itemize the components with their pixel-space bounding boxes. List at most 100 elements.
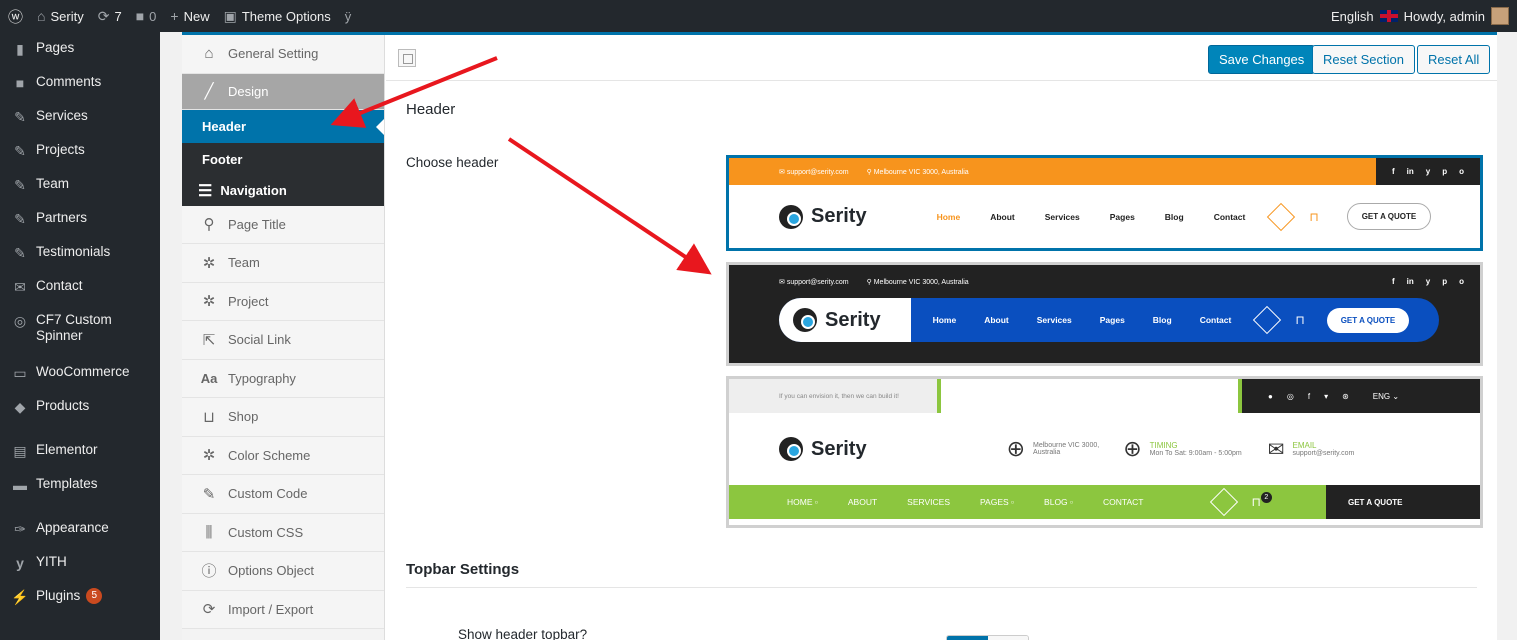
options-content: Save Changes Reset Section Reset All Hea… [386,35,1497,640]
avatar[interactable] [1491,7,1509,25]
address-text: ⚲ Melbourne VIC 3000, Australia [866,278,969,286]
admin-sidebar: ▮ Pages ■ Comments ✎ Services ✎ Projects ✎ Te… [0,32,160,640]
site-name-link[interactable]: ⌂ Serity [37,8,84,24]
sidebar-item-templates[interactable]: ▬ Templates [0,476,160,510]
serity-logo: Serity [779,204,867,229]
sidebar-item-testimonials[interactable]: ✎ Testimonials [0,244,160,278]
tab-page-title[interactable]: ⚲ Page Title [182,205,384,244]
tab-team[interactable]: ✲ Team [182,244,384,283]
toggle-off[interactable] [987,636,1028,640]
folder-icon: ▬ [13,477,27,493]
preview-nav: Home About Services Pages Blog Contact [932,315,1232,325]
tab-color-scheme[interactable]: ✲ Color Scheme [182,436,384,475]
sidebar-item-yith[interactable]: y YITH [0,554,160,588]
comments-link[interactable]: ■ 0 [136,8,157,24]
pin-icon: ✎ [14,177,26,193]
section-title: Header [406,101,456,118]
language-switcher[interactable]: English [1331,9,1374,24]
tab-project[interactable]: ✲ Project [182,282,384,321]
tab-custom-css[interactable]: ⫼ Custom CSS [182,513,384,552]
save-changes-button[interactable]: Save Changes [1208,45,1316,74]
pinterest-icon: ● [1268,391,1273,401]
appearance-icon: ✑ [14,521,26,537]
sidebar-item-team[interactable]: ✎ Team [0,176,160,210]
get-quote-label: GET A QUOTE [1326,307,1410,333]
preview-nav: Home About Services Pages Blog Contact [936,211,1246,222]
cog-icon: ✲ [202,447,216,465]
sidebar-item-elementor[interactable]: ▤ Elementor [0,442,160,476]
topbar-settings-title: Topbar Settings [406,561,520,578]
cart-icon: ⊔ [203,408,215,426]
tab-custom-code[interactable]: ✎ Custom Code [182,475,384,514]
sidebar-item-products[interactable]: ◆ Products [0,398,160,432]
sidebar-item-contact[interactable]: ✉ Contact [0,278,160,312]
sidebar-item-appearance[interactable]: ✑ Appearance [0,520,160,554]
yith-icon: y [16,555,24,571]
wordpress-logo-icon[interactable]: ⓦ [8,6,23,27]
instagram-icon: ◎ [1286,391,1294,401]
sidebar-item-plugins[interactable]: ⚡ Plugins 5 [0,588,160,622]
sidebar-item-comments[interactable]: ■ Comments [0,74,160,108]
brush-icon: ╱ [204,83,214,100]
search-icon [1267,202,1296,231]
tab-design[interactable]: ╱ Design [182,73,384,110]
address-block: ⊕ Melbourne VIC 3000, Australia [1006,436,1100,461]
theme-options-link[interactable]: ▣ Theme Options [224,8,331,25]
info-icon: ⓘ [201,563,217,581]
language-select: ENG ⌄ [1372,391,1400,401]
theme-options-icon: ▣ [223,7,237,24]
edit-icon: ✎ [202,485,216,503]
search-icon [1209,487,1238,517]
tab-social-link[interactable]: ⇱ Social Link [182,321,384,360]
header-style-1-option[interactable]: ✉ support@serity.com ⚲ Melbourne VIC 300… [726,155,1483,251]
email-text: ✉ support@serity.com [779,168,849,176]
sidebar-item-woocommerce[interactable]: ▭ WooCommerce [0,364,160,398]
plugins-icon: ⚡ [11,589,29,605]
theme-options-panel: ⌂ General Setting ╱ Design Header Footer ☰… [182,32,1497,640]
tab-shop[interactable]: ⊔ Shop [182,398,384,437]
subtab-footer[interactable]: Footer [182,142,384,176]
sidebar-item-cf7-spinner[interactable]: ◎ CF7 Custom Spinner [0,312,160,364]
sidebar-item-projects[interactable]: ✎ Projects [0,142,160,176]
reset-section-button[interactable]: Reset Section [1312,45,1415,74]
preview-nav: HOME ▫ ABOUT SERVICES PAGES ▫ BLOG ▫ CONTACT [787,497,1144,507]
subtab-navigation[interactable]: ☰ Navigation [182,175,384,206]
toggle-on[interactable] [947,636,988,640]
home-icon: ⌂ [204,45,214,63]
header-style-2-option[interactable]: ✉ support@serity.com ⚲ Melbourne VIC 300… [726,262,1483,366]
tab-options-object[interactable]: ⓘ Options Object [182,552,384,591]
header-style-3-option[interactable]: If you can envision it, then we can buil… [726,376,1483,528]
sidebar-item-pages[interactable]: ▮ Pages [0,40,160,74]
refresh-icon: ⟳ [202,601,216,619]
comment-icon: ■ [135,8,145,24]
pin-icon: ✎ [14,211,26,227]
spinner-icon: ◎ [13,313,27,329]
options-nav: ⌂ General Setting ╱ Design Header Footer ☰… [182,35,385,640]
sidebar-item-services[interactable]: ✎ Services [0,108,160,142]
show-topbar-label: Show header topbar? [458,627,588,640]
divider [406,587,1477,588]
cart-icon: ⊓ [1295,313,1305,327]
admin-bar: ⓦ ⌂ Serity ⟳ 7 ■ 0 + New ▣ Theme Options ÿ En… [0,0,1517,32]
expand-options-icon[interactable] [398,49,416,67]
reset-all-button[interactable]: Reset All [1417,45,1491,74]
show-topbar-toggle[interactable] [946,635,1029,640]
new-content-link[interactable]: + New [170,8,209,24]
sidebar-item-partners[interactable]: ✎ Partners [0,210,160,244]
yoast-icon[interactable]: ÿ [345,9,352,24]
search-icon [1253,305,1282,335]
subtab-header[interactable]: Header [182,109,384,143]
updates-link[interactable]: ⟳ 7 [98,8,122,25]
logo-mark-icon [793,308,817,332]
tab-general-setting[interactable]: ⌂ General Setting [182,35,384,74]
social-icons: f in y p o [1375,158,1480,185]
pin-icon: ✎ [14,245,26,261]
get-quote-label: GET A QUOTE [1326,485,1480,519]
email-block: ✉ EMAIL support@serity.com [1267,438,1355,461]
home-icon: ⌂ [37,8,46,24]
share-icon: ⇱ [202,331,216,349]
tab-import-export[interactable]: ⟳ Import / Export [182,590,384,629]
tab-typography[interactable]: Aa Typography [182,359,384,398]
cog-icon: ✲ [202,254,216,272]
howdy-link[interactable]: Howdy, admin [1404,9,1485,24]
